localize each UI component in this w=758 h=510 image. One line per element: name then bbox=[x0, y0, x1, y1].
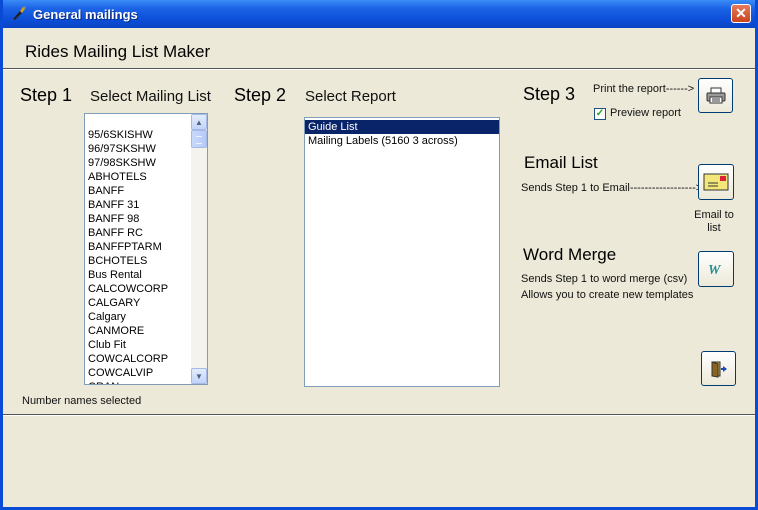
mailing-list-item[interactable]: COWCALVIP bbox=[85, 366, 190, 380]
mailing-list-item[interactable]: 96/97SKSHW bbox=[85, 142, 190, 156]
word-merge-desc-line2: Allows you to create new templates bbox=[521, 289, 694, 301]
email-to-list-button[interactable] bbox=[698, 164, 734, 200]
email-button-caption-line1: Email to bbox=[694, 209, 734, 221]
mailing-list-item[interactable]: 95/6SKISHW bbox=[85, 128, 190, 142]
printer-icon bbox=[706, 87, 725, 103]
chevron-down-icon: ▼ bbox=[195, 371, 203, 381]
step1-label: Step 1 bbox=[20, 85, 73, 105]
page-title: Rides Mailing List Maker bbox=[25, 42, 211, 61]
close-icon: ✕ bbox=[735, 5, 747, 21]
mailing-list-item[interactable]: Bus Rental bbox=[85, 268, 190, 282]
step3-label: Step 3 bbox=[523, 84, 576, 104]
mailing-list-item[interactable]: Calgary bbox=[85, 310, 190, 324]
report-list-items: Guide List Mailing Labels (5160 3 across) bbox=[305, 120, 499, 148]
mailing-list-listbox[interactable]: 95/6SKISHW 96/97SKSHW 97/98SKSHW ABHOTELS BA… bbox=[84, 113, 208, 385]
mailing-list-item[interactable]: CALGARY bbox=[85, 296, 190, 310]
exit-button[interactable] bbox=[701, 351, 736, 386]
mailing-list-item[interactable]: BANFF 98 bbox=[85, 212, 190, 226]
main-window: General mailings ✕ Rides Mailing List Ma… bbox=[0, 0, 758, 510]
mailing-list-item[interactable]: BCHOTELS bbox=[85, 254, 190, 268]
print-button[interactable] bbox=[698, 78, 733, 113]
select-report-label: Select Report bbox=[305, 88, 396, 105]
close-button[interactable]: ✕ bbox=[731, 4, 751, 23]
email-description: Sends Step 1 to Email------------------> bbox=[521, 182, 703, 194]
footer-divider bbox=[3, 414, 755, 416]
svg-text:W: W bbox=[708, 263, 722, 277]
mailing-list-item[interactable]: CANMORE bbox=[85, 324, 190, 338]
report-listbox[interactable]: Guide List Mailing Labels (5160 3 across) bbox=[304, 117, 500, 387]
word-merge-heading: Word Merge bbox=[523, 245, 617, 264]
names-selected-status: Number names selected bbox=[22, 395, 142, 407]
envelope-icon bbox=[703, 173, 729, 191]
chevron-up-icon: ▲ bbox=[195, 117, 203, 127]
mailing-list-item[interactable]: 97/98SKSHW bbox=[85, 156, 190, 170]
mailing-list-item[interactable]: BANFFPTARM bbox=[85, 240, 190, 254]
preview-report-checkbox[interactable]: ✓ bbox=[594, 108, 606, 120]
scroll-thumb[interactable] bbox=[191, 130, 207, 148]
checkmark-icon: ✓ bbox=[595, 108, 605, 119]
report-list-item[interactable]: Mailing Labels (5160 3 across) bbox=[305, 134, 499, 148]
scroll-up-button[interactable]: ▲ bbox=[191, 114, 207, 130]
mailing-list-item[interactable]: Club Fit bbox=[85, 338, 190, 352]
step2-label: Step 2 bbox=[234, 85, 287, 105]
word-merge-button[interactable]: W bbox=[698, 251, 734, 287]
mailing-list-item[interactable]: CALCOWCORP bbox=[85, 282, 190, 296]
mailing-list-item[interactable]: COWCALCORP bbox=[85, 352, 190, 366]
scroll-down-button[interactable]: ▼ bbox=[191, 368, 207, 384]
print-report-label: Print the report------> bbox=[593, 83, 695, 95]
select-mailing-list-label: Select Mailing List bbox=[90, 88, 211, 105]
app-icon bbox=[13, 6, 26, 20]
window-title: General mailings bbox=[33, 7, 138, 22]
preview-report-label[interactable]: Preview report bbox=[610, 107, 681, 119]
report-list-item[interactable]: Guide List bbox=[305, 120, 499, 134]
mailing-list-item[interactable]: BANFF bbox=[85, 184, 190, 198]
title-bar[interactable]: General mailings ✕ bbox=[3, 0, 755, 28]
mailing-list-item[interactable]: ABHOTELS bbox=[85, 170, 190, 184]
mailing-list-items: 95/6SKISHW 96/97SKSHW 97/98SKSHW ABHOTELS BA… bbox=[85, 128, 190, 384]
mailing-list-item[interactable]: CRAN bbox=[85, 380, 190, 384]
mailing-list-scrollbar[interactable]: ▲ ▼ bbox=[191, 114, 207, 384]
mailing-list-item[interactable]: BANFF RC bbox=[85, 226, 190, 240]
email-list-heading: Email List bbox=[524, 153, 598, 172]
mailing-list-item[interactable]: BANFF 31 bbox=[85, 198, 190, 212]
exit-door-icon bbox=[711, 360, 727, 378]
email-button-caption-line2: list bbox=[707, 222, 721, 234]
word-icon: W bbox=[708, 263, 722, 277]
word-merge-desc-line1: Sends Step 1 to word merge (csv) bbox=[521, 273, 688, 285]
header-divider bbox=[3, 68, 755, 70]
